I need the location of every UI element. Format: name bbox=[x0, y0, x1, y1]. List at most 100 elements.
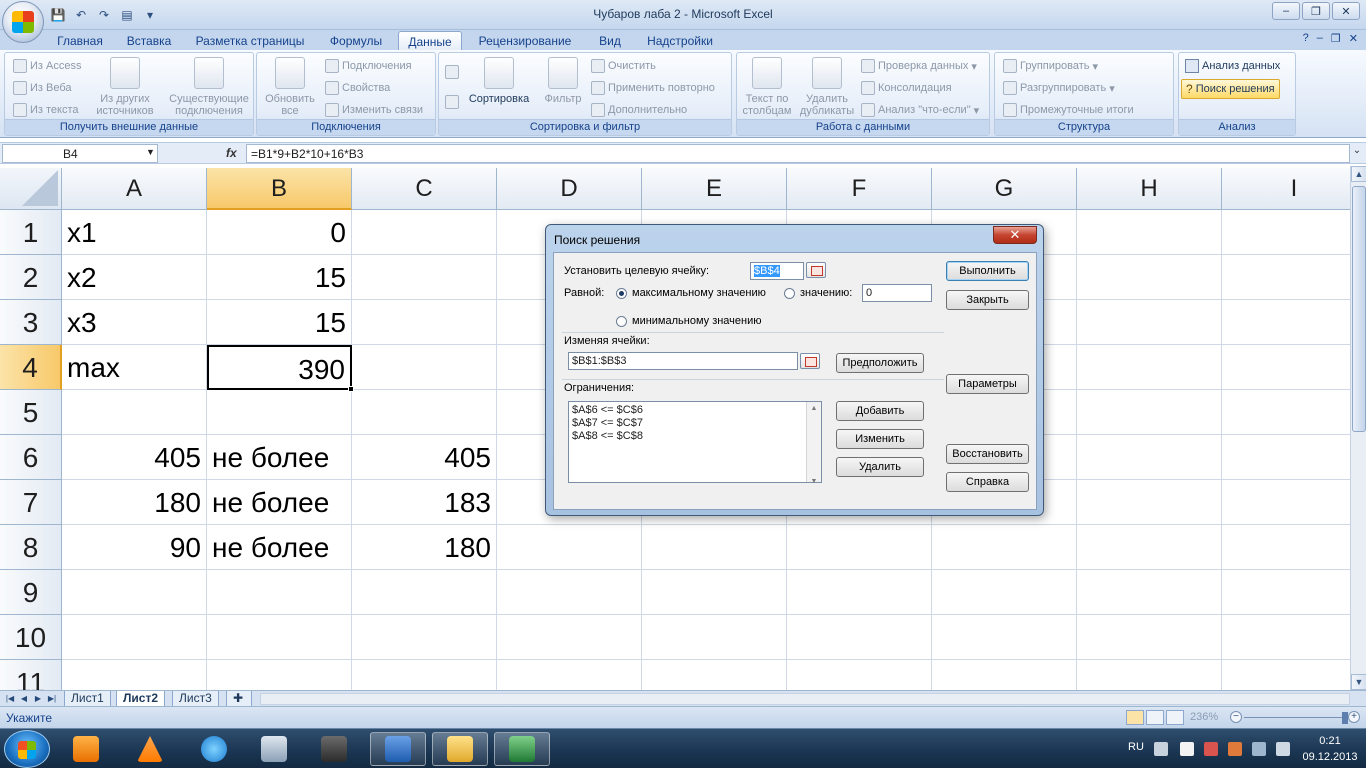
cell-h11[interactable] bbox=[1077, 660, 1222, 690]
cell-h5[interactable] bbox=[1077, 390, 1222, 435]
max-radio[interactable] bbox=[616, 288, 627, 299]
minimize-button[interactable]: – bbox=[1272, 2, 1300, 20]
text-to-columns-button[interactable]: Текст по столбцам bbox=[739, 57, 795, 117]
tab-data[interactable]: Данные bbox=[398, 31, 462, 50]
cell-d8[interactable] bbox=[497, 525, 642, 570]
cell-b11[interactable] bbox=[207, 660, 352, 690]
restore-button[interactable]: ❐ bbox=[1302, 2, 1330, 20]
cell-c7[interactable]: 183 bbox=[352, 480, 497, 525]
vlc-task[interactable] bbox=[122, 732, 178, 766]
tab-home[interactable]: Главная bbox=[50, 31, 110, 50]
zoom-out-icon[interactable]: − bbox=[1230, 711, 1242, 723]
language-indicator[interactable]: RU bbox=[1128, 741, 1144, 753]
from-text-button[interactable]: Из текста bbox=[13, 101, 79, 119]
tab-view[interactable]: Вид bbox=[592, 31, 628, 50]
cell-d9[interactable] bbox=[497, 570, 642, 615]
cell-a11[interactable] bbox=[62, 660, 207, 690]
formula-input[interactable]: =B1*9+B2*10+16*B3 bbox=[246, 144, 1350, 163]
sort-za-button[interactable] bbox=[445, 93, 459, 111]
cell-b1[interactable]: 0 bbox=[207, 210, 352, 255]
column-header-e[interactable]: E bbox=[642, 168, 787, 210]
refresh-all-button[interactable]: Обновить все bbox=[261, 57, 319, 117]
column-header-i[interactable]: I bbox=[1222, 168, 1350, 210]
column-header-d[interactable]: D bbox=[497, 168, 642, 210]
cell-a4[interactable]: max bbox=[62, 345, 207, 390]
constraints-scrollbar[interactable]: ▲ ▼ bbox=[806, 402, 821, 485]
cell-i4[interactable] bbox=[1222, 345, 1350, 390]
guess-button[interactable]: Предположить bbox=[836, 353, 924, 373]
app-task[interactable] bbox=[306, 732, 362, 766]
cell-a7[interactable]: 180 bbox=[62, 480, 207, 525]
solver-button[interactable]: ? Поиск решения bbox=[1181, 79, 1280, 99]
changing-collapse-icon[interactable] bbox=[800, 353, 820, 369]
cell-e9[interactable] bbox=[642, 570, 787, 615]
ribbon-minimize-icon[interactable]: – bbox=[1317, 32, 1323, 45]
constraints-list[interactable]: $A$6 <= $C$6 $A$7 <= $C$7 $A$8 <= $C$8 ▲… bbox=[568, 401, 822, 485]
tray-app-icon[interactable] bbox=[1228, 742, 1242, 756]
cell-c2[interactable] bbox=[352, 255, 497, 300]
cell-c6[interactable]: 405 bbox=[352, 435, 497, 480]
changing-cells-input[interactable]: $B$1:$B$3 bbox=[568, 352, 798, 370]
name-box[interactable]: B4 bbox=[2, 144, 158, 163]
cell-h2[interactable] bbox=[1077, 255, 1222, 300]
constraint-item[interactable]: $A$8 <= $C$8 bbox=[572, 430, 818, 443]
row-header-4[interactable]: 4 bbox=[0, 345, 62, 390]
cell-a9[interactable] bbox=[62, 570, 207, 615]
cell-i3[interactable] bbox=[1222, 300, 1350, 345]
cell-i2[interactable] bbox=[1222, 255, 1350, 300]
cell-b10[interactable] bbox=[207, 615, 352, 660]
office-button[interactable] bbox=[2, 1, 44, 43]
cell-b7[interactable]: не более bbox=[207, 480, 352, 525]
network-icon[interactable] bbox=[1204, 742, 1218, 756]
value-radio[interactable] bbox=[784, 288, 795, 299]
properties-button[interactable]: Свойства bbox=[325, 79, 390, 97]
normal-view-icon[interactable] bbox=[1126, 710, 1144, 725]
insert-function-button[interactable]: fx bbox=[226, 146, 237, 160]
ribbon-close-icon[interactable]: ✕ bbox=[1349, 32, 1358, 45]
tab-formulas[interactable]: Формулы bbox=[322, 31, 390, 50]
volume-icon[interactable] bbox=[1276, 742, 1290, 756]
cell-f10[interactable] bbox=[787, 615, 932, 660]
cell-a1[interactable]: x1 bbox=[62, 210, 207, 255]
calculator-task[interactable] bbox=[246, 732, 302, 766]
cell-c8[interactable]: 180 bbox=[352, 525, 497, 570]
add-constraint-button[interactable]: Добавить bbox=[836, 401, 924, 421]
scroll-down-icon[interactable]: ▼ bbox=[1351, 674, 1366, 690]
cell-h9[interactable] bbox=[1077, 570, 1222, 615]
column-header-a[interactable]: A bbox=[62, 168, 207, 210]
subtotal-button[interactable]: Промежуточные итоги bbox=[1003, 101, 1134, 119]
flag-icon[interactable] bbox=[1252, 742, 1266, 756]
ie-task[interactable] bbox=[186, 732, 242, 766]
cell-h7[interactable] bbox=[1077, 480, 1222, 525]
from-web-button[interactable]: Из Веба bbox=[13, 79, 72, 97]
delete-constraint-button[interactable]: Удалить bbox=[836, 457, 924, 477]
word-task[interactable] bbox=[370, 732, 426, 766]
cell-f11[interactable] bbox=[787, 660, 932, 690]
cell-i11[interactable] bbox=[1222, 660, 1350, 690]
row-header-8[interactable]: 8 bbox=[0, 525, 62, 570]
help-icon[interactable]: ? bbox=[1303, 32, 1309, 45]
next-sheet-icon[interactable]: ▶ bbox=[32, 692, 44, 705]
expand-formula-bar-icon[interactable]: ⌄ bbox=[1350, 145, 1364, 162]
value-input[interactable]: 0 bbox=[862, 284, 932, 302]
cell-c5[interactable] bbox=[352, 390, 497, 435]
cell-e11[interactable] bbox=[642, 660, 787, 690]
scroll-thumb[interactable] bbox=[1352, 186, 1366, 432]
solve-button[interactable]: Выполнить bbox=[946, 261, 1029, 281]
last-sheet-icon[interactable]: ▶| bbox=[46, 692, 58, 705]
cell-d10[interactable] bbox=[497, 615, 642, 660]
fill-handle[interactable] bbox=[348, 386, 354, 392]
cell-b4[interactable]: 390 bbox=[207, 345, 352, 390]
cell-d11[interactable] bbox=[497, 660, 642, 690]
close-window-button[interactable]: ✕ bbox=[1332, 2, 1360, 20]
cell-f8[interactable] bbox=[787, 525, 932, 570]
sheet-tab-2[interactable]: Лист2 bbox=[116, 691, 166, 707]
ribbon-restore-icon[interactable]: ❐ bbox=[1331, 32, 1341, 45]
column-header-h[interactable]: H bbox=[1077, 168, 1222, 210]
sort-az-button[interactable] bbox=[445, 63, 459, 81]
consolidate-button[interactable]: Консолидация bbox=[861, 79, 952, 97]
cell-g11[interactable] bbox=[932, 660, 1077, 690]
tab-addins[interactable]: Надстройки bbox=[640, 31, 720, 50]
cell-a8[interactable]: 90 bbox=[62, 525, 207, 570]
cell-f9[interactable] bbox=[787, 570, 932, 615]
